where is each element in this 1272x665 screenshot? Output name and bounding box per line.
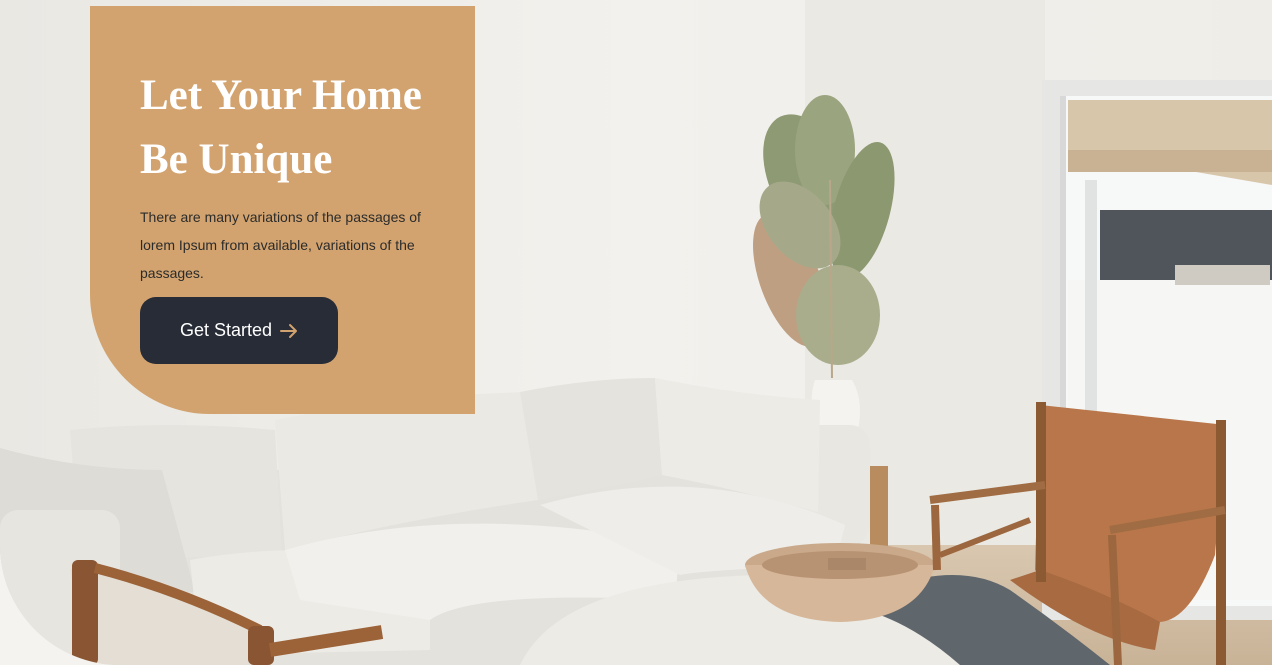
hero-description: There are many variations of the passage… — [140, 209, 421, 281]
hero-card: Let Your Home Be Unique There are many v… — [90, 6, 475, 414]
get-started-label: Get Started — [179, 320, 273, 340]
arrow-right-icon — [280, 323, 298, 339]
hero-title-line-2: Be Unique — [140, 136, 333, 183]
hero-section: Let Your Home Be Unique There are many v… — [0, 0, 1272, 665]
get-started-button[interactable]: Get Started — [140, 297, 338, 364]
hero-title: Let Your Home Be Unique — [140, 64, 460, 192]
hero-title-line-1: Let Your Home — [140, 72, 422, 119]
